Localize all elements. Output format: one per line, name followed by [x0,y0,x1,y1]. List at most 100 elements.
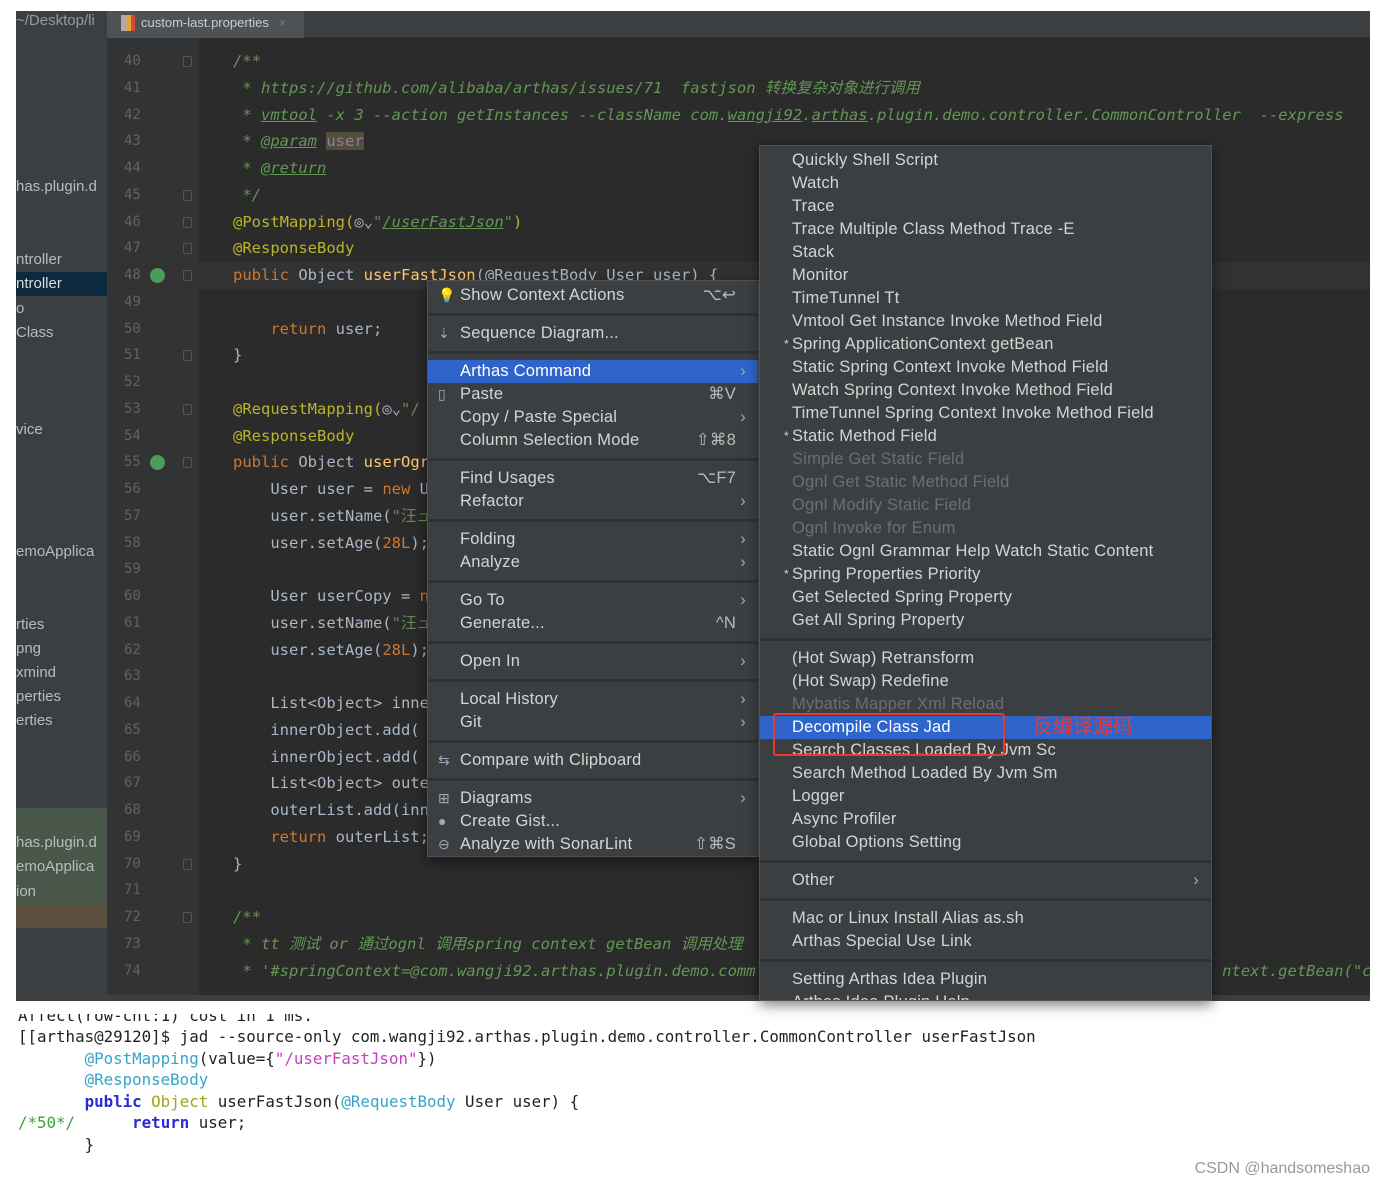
menu-item-vmtool-get-instance-invoke-method-field[interactable]: Vmtool Get Instance Invoke Method Field [760,310,1211,333]
menu-item-hot-swap-retransform[interactable]: (Hot Swap) Retransform [760,647,1211,670]
line-number: 46 [124,213,141,230]
menu-item-show-context-actions[interactable]: 💡 Show Context Actions ⌥↩ [428,284,758,307]
fold-marker-icon[interactable] [183,189,192,201]
menu-item-local-history[interactable]: Local History › [428,688,758,711]
menu-item-trace[interactable]: Trace [760,195,1211,218]
fold-marker-icon[interactable] [183,403,192,415]
shortcut-label: ⌥↩ [702,286,736,304]
tree-item[interactable]: erties [16,709,107,733]
menu-separator [760,854,1211,869]
menu-item-analyze-with-sonarlint[interactable]: ⊖ Analyze with SonarLint ⇧⌘S [428,833,758,856]
tree-item[interactable]: ntroller [16,272,107,296]
menu-item-copy-paste-special[interactable]: Copy / Paste Special › [428,406,758,429]
menu-item-generate[interactable]: Generate... ^N [428,612,758,635]
menu-item-open-in[interactable]: Open In › [428,650,758,673]
menu-item-static-method-field[interactable]: * Static Method Field [760,425,1211,448]
menu-item-get-selected-spring-property[interactable]: Get Selected Spring Property [760,586,1211,609]
menu-item-folding[interactable]: Folding › [428,528,758,551]
menu-item-analyze[interactable]: Analyze › [428,551,758,574]
code-text: /** [233,904,261,931]
menu-item-paste[interactable]: ▯ Paste ⌘V [428,383,758,406]
fold-marker-icon[interactable] [183,912,192,923]
menu-item-arthas-command[interactable]: Arthas Command › [428,360,758,383]
menu-item-other[interactable]: Other › [760,869,1211,892]
menu-item-label: TimeTunnel Spring Context Invoke Method … [792,404,1154,422]
spring-web-endpoint-icon[interactable] [150,455,165,471]
tree-item[interactable]: emoApplica [16,855,107,879]
code-token: innerObject.add( [233,720,420,739]
menu-item-search-method-loaded-by-jvm-sm[interactable]: Search Method Loaded By Jvm Sm [760,762,1211,785]
tree-item[interactable]: xmind [16,661,107,685]
menu-item-async-profiler[interactable]: Async Profiler [760,808,1211,831]
menu-separator [428,772,758,787]
fold-marker-icon[interactable] [183,243,192,255]
tree-item[interactable]: rties [16,613,107,637]
tree-item[interactable]: vice [16,418,107,442]
line-number: 63 [124,668,141,685]
menu-item-logger[interactable]: Logger [760,785,1211,808]
fold-marker-icon[interactable] [183,216,192,228]
menu-item-trace-multiple-class-method-trace-e[interactable]: Trace Multiple Class Method Trace -E [760,218,1211,241]
terminal-line: /*50*/ return user; [18,1112,1036,1134]
tree-item[interactable]: emoApplica [16,540,107,564]
menu-item-find-usages[interactable]: Find Usages ⌥F7 [428,467,758,490]
fold-marker-icon[interactable] [183,56,192,67]
menu-item-label: Other [792,871,835,889]
menu-item-monitor[interactable]: Monitor [760,264,1211,287]
fold-marker-icon[interactable] [183,457,192,469]
tree-item[interactable]: Class [16,321,107,345]
fold-marker-icon[interactable] [183,858,192,870]
menu-item-stack[interactable]: Stack [760,241,1211,264]
menu-item-watch[interactable]: Watch [760,172,1211,195]
tree-item[interactable]: perties [16,685,107,709]
shortcut-label: ^N [715,614,736,632]
code-token: 28L [382,640,411,659]
menu-item-get-all-spring-property[interactable]: Get All Spring Property [760,609,1211,632]
menu-item-sequence-diagram[interactable]: ⇣ Sequence Diagram... [428,322,758,345]
menu-item-setting-arthas-idea-plugin[interactable]: Setting Arthas Idea Plugin [760,968,1211,991]
tree-item[interactable]: ion [16,880,107,904]
menu-item-go-to[interactable]: Go To › [428,589,758,612]
menu-item-static-spring-context-invoke-method-field[interactable]: Static Spring Context Invoke Method Fiel… [760,356,1211,379]
menu-item-git[interactable]: Git › [428,711,758,734]
menu-item-hot-swap-redefine[interactable]: (Hot Swap) Redefine [760,670,1211,693]
tree-item[interactable]: has.plugin.d [16,175,107,199]
menu-item-spring-applicationcontext-getbean[interactable]: * Spring ApplicationContext getBean [760,333,1211,356]
menu-item-quickly-shell-script[interactable]: Quickly Shell Script [760,149,1211,172]
code-token: } [233,854,243,873]
menu-item-refactor[interactable]: Refactor › [428,490,758,513]
tree-item[interactable]: ntroller [16,248,107,272]
menu-item-arthas-special-use-link[interactable]: Arthas Special Use Link [760,930,1211,953]
project-tree[interactable]: ~/Desktop/li has.plugin.d ntroller ntroller… [16,11,107,1001]
fold-marker-icon[interactable] [183,350,192,362]
code-line: 40 /** [107,48,1370,75]
properties-file-icon [121,15,135,31]
fold-marker-icon[interactable] [183,270,192,281]
tree-item[interactable]: has.plugin.d [16,831,107,855]
menu-item-diagrams[interactable]: ⊞ Diagrams › [428,787,758,810]
menu-item-create-gist[interactable]: ● Create Gist... [428,810,758,833]
spring-web-endpoint-icon[interactable] [150,268,165,283]
menu-item-timetunnel-tt[interactable]: TimeTunnel Tt [760,287,1211,310]
menu-item-static-ognl-grammar-help-watch-static-content[interactable]: Static Ognl Grammar Help Watch Static Co… [760,540,1211,563]
menu-item-watch-spring-context-invoke-method-field[interactable]: Watch Spring Context Invoke Method Field [760,379,1211,402]
menu-item-label: Diagrams [460,789,533,807]
menu-item-timetunnel-spring-context-invoke-method-field[interactable]: TimeTunnel Spring Context Invoke Method … [760,402,1211,425]
tree-item[interactable]: o [16,297,107,321]
menu-item-mac-or-linux-install-alias-as-sh[interactable]: Mac or Linux Install Alias as.sh [760,907,1211,930]
tree-item[interactable]: ~/Desktop/li [16,11,107,33]
menu-item-compare-with-clipboard[interactable]: ⇆ Compare with Clipboard [428,749,758,772]
menu-item-global-options-setting[interactable]: Global Options Setting [760,831,1211,854]
code-token: public [233,453,299,472]
menu-item-label: Simple Get Static Field [792,450,965,468]
menu-item-label: Open In [460,652,521,670]
menu-item-spring-properties-priority[interactable]: * Spring Properties Priority [760,563,1211,586]
close-tab-icon[interactable]: × [279,15,287,30]
tab-label: custom-last.properties [141,15,269,30]
menu-item-arthas-idea-plugin-help[interactable]: Arthas Idea Plugin Help [760,991,1211,1000]
tree-item[interactable]: png [16,637,107,661]
line-number: 65 [124,721,141,738]
menu-item-column-selection-mode[interactable]: Column Selection Mode ⇧⌘8 [428,429,758,452]
tab-custom-last-properties[interactable]: custom-last.properties × [107,11,304,38]
